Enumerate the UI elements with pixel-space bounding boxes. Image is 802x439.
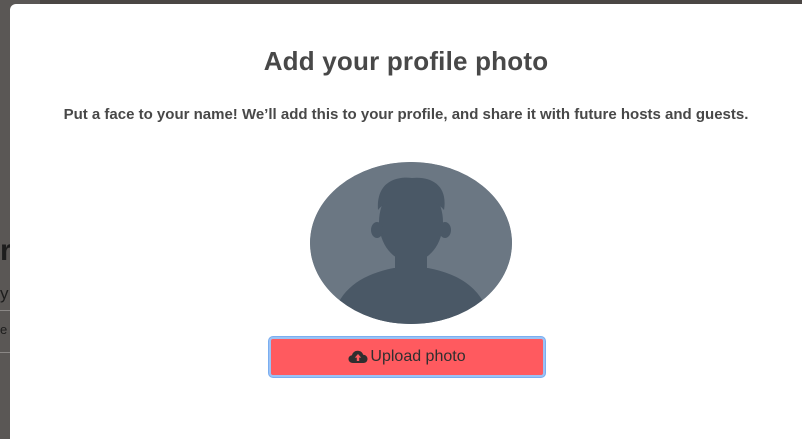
modal-title: Add your profile photo xyxy=(263,46,549,76)
avatar-placeholder xyxy=(310,162,512,324)
upload-photo-label: Upload photo xyxy=(370,348,466,365)
upload-photo-button[interactable]: Upload photo xyxy=(269,337,545,377)
default-avatar-icon xyxy=(310,162,512,324)
background-divider xyxy=(0,352,10,353)
background-text-fragment: e xyxy=(0,322,8,337)
background-text-fragment: r xyxy=(0,234,10,267)
background-divider xyxy=(0,310,10,311)
cloud-upload-icon xyxy=(348,350,368,364)
modal-subtitle: Put a face to your name! We’ll add this … xyxy=(63,106,749,123)
profile-photo-modal: Add your profile photo Put a face to you… xyxy=(10,4,802,439)
background-text-fragment: y xyxy=(0,284,9,303)
